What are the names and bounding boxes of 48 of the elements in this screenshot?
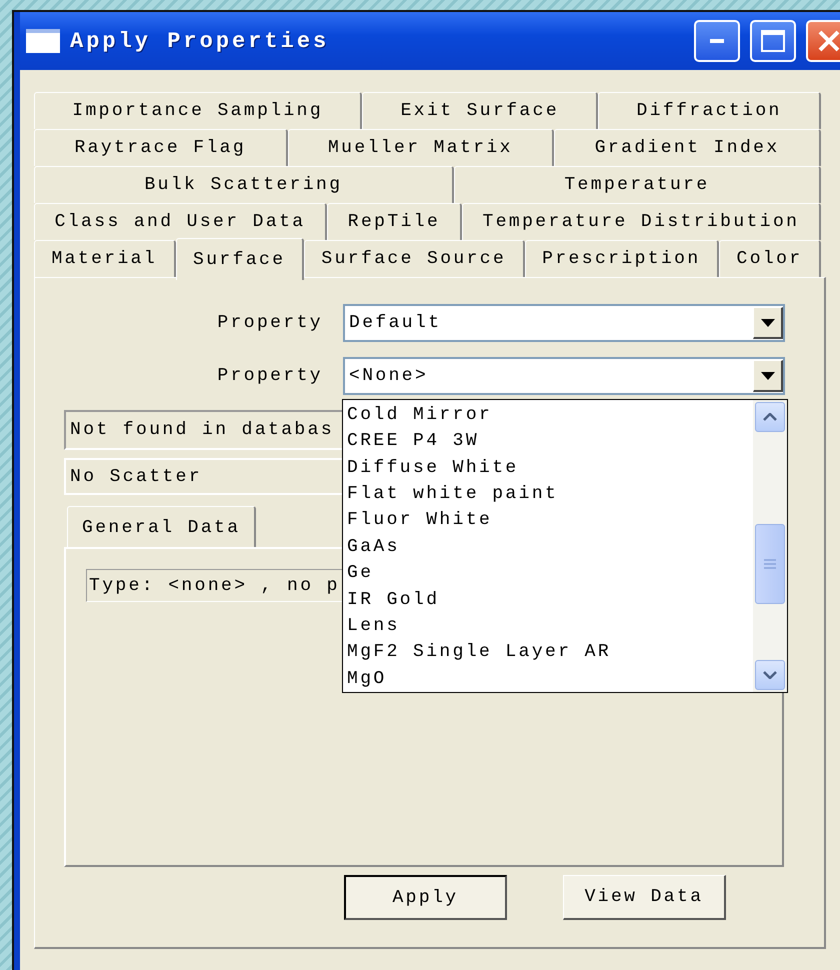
- tab[interactable]: Gradient Index: [554, 129, 821, 166]
- tab[interactable]: Importance Sampling: [34, 92, 362, 129]
- scroll-down-button[interactable]: [755, 660, 785, 690]
- list-item[interactable]: Flat white paint: [347, 481, 753, 508]
- list-item[interactable]: CREE P4 3W: [347, 428, 753, 455]
- chevron-down-icon: [763, 671, 777, 679]
- tab[interactable]: Surface Source: [304, 240, 525, 277]
- list-item[interactable]: MgF2 Single Layer AR: [347, 639, 753, 666]
- list-item[interactable]: Diffuse White: [347, 454, 753, 482]
- tab[interactable]: RepTile: [327, 203, 462, 240]
- tab[interactable]: Class and User Data: [34, 203, 328, 240]
- property-dropdown[interactable]: <None>: [343, 357, 785, 395]
- close-button[interactable]: [806, 20, 840, 62]
- tab[interactable]: Color: [719, 240, 821, 277]
- tab[interactable]: Exit Surface: [362, 92, 598, 129]
- tab[interactable]: Bulk Scattering: [34, 166, 454, 203]
- maximize-icon: [761, 30, 785, 52]
- tab[interactable]: Raytrace Flag: [34, 129, 288, 166]
- scroll-up-button[interactable]: [755, 402, 785, 432]
- list-item[interactable]: Fluor White: [347, 507, 753, 534]
- list-item[interactable]: IR Gold: [347, 586, 753, 613]
- list-item[interactable]: Ge: [347, 560, 753, 587]
- tab[interactable]: Prescription: [524, 240, 720, 277]
- close-icon: [817, 29, 840, 53]
- property-label: Property: [216, 366, 323, 386]
- chevron-up-icon: [763, 413, 777, 421]
- window-title: Apply Properties: [70, 28, 330, 54]
- list-item[interactable]: MgO: [347, 666, 753, 692]
- tab[interactable]: Temperature Distribution: [462, 203, 821, 240]
- list-item[interactable]: Lens: [347, 612, 753, 640]
- tab[interactable]: Diffraction: [598, 92, 821, 129]
- property-label: Property: [216, 313, 323, 333]
- minimize-button[interactable]: [694, 20, 740, 62]
- list-item[interactable]: Cold Mirror: [347, 402, 753, 428]
- scroll-thumb[interactable]: [755, 524, 785, 604]
- tab[interactable]: General Data: [67, 506, 256, 548]
- minimize-icon: [710, 39, 724, 43]
- tab[interactable]: Material: [34, 240, 176, 277]
- tab[interactable]: Temperature: [454, 166, 822, 203]
- maximize-button[interactable]: [750, 20, 796, 62]
- property-dropdown[interactable]: Default: [343, 304, 785, 342]
- tab[interactable]: Mueller Matrix: [288, 129, 554, 166]
- dialog-button[interactable]: View Data: [563, 875, 726, 920]
- dialog-button[interactable]: Apply: [344, 875, 507, 920]
- window-icon: [26, 29, 60, 53]
- list-item[interactable]: GaAs: [347, 534, 753, 560]
- tab[interactable]: Surface: [176, 238, 304, 280]
- scrollbar[interactable]: [753, 400, 787, 692]
